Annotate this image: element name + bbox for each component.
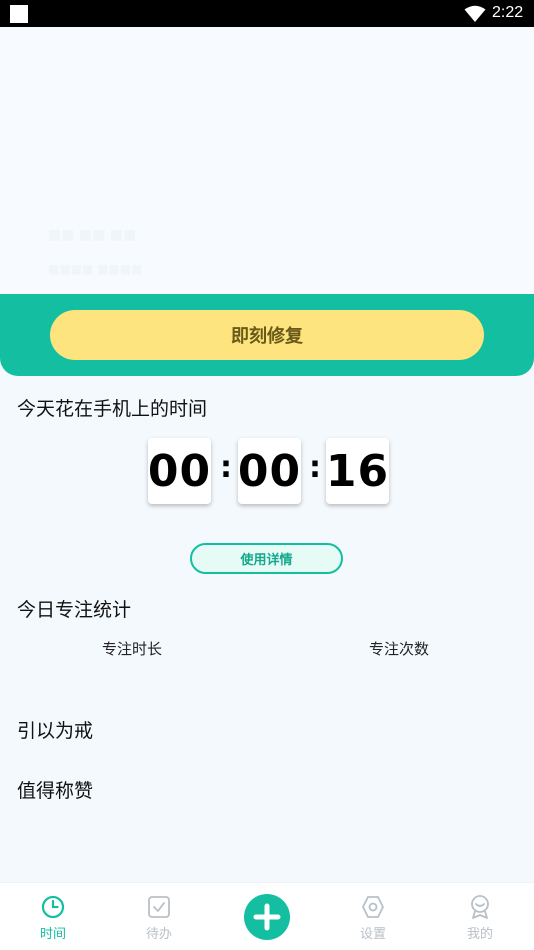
praise-section-title: 值得称赞 [17,780,94,802]
tab-todo[interactable]: 待办 [119,883,199,950]
focus-duration-label: 专注时长 [102,640,163,658]
plus-icon [253,903,281,931]
clock-icon [41,895,65,919]
focus-count-label: 专注次数 [369,640,430,658]
status-time: 2:22 [492,4,524,21]
tab-todo-label: 待办 [145,927,172,942]
phone-time-title: 今天花在手机上的时间 [17,398,208,420]
wifi-icon [464,5,486,22]
tab-profile[interactable]: 我的 [440,883,520,950]
hero-banner: ■■ ■■ ■■ ■■■■ ■■■■ [0,27,534,295]
hero-faint-subtitle: ■■■■ ■■■■ [48,262,143,276]
tab-settings-label: 设置 [359,927,386,942]
tab-settings[interactable]: 设置 [333,883,413,950]
tab-profile-label: 我的 [466,927,493,942]
usage-detail-button[interactable]: 使用详情 [190,543,343,574]
status-bar: 2:22 [0,0,534,27]
hours-display: 00 [148,438,211,504]
profile-badge-icon [471,895,489,919]
checklist-icon [148,896,170,918]
time-separator: : [220,450,232,485]
minutes-display: 00 [238,438,301,504]
notification-icon [10,5,28,23]
focus-stats-title: 今日专注统计 [17,599,132,621]
seconds-display: 16 [326,438,389,504]
time-separator: : [309,450,321,485]
tab-time-label: 时间 [39,927,66,942]
repair-now-button[interactable]: 即刻修复 [50,310,484,360]
warning-section-title: 引以为戒 [17,720,94,742]
hero-faint-title: ■■ ■■ ■■ [48,227,137,243]
tab-time[interactable]: 时间 [13,883,93,950]
hexagon-settings-icon [361,896,385,918]
add-button[interactable] [244,894,290,940]
